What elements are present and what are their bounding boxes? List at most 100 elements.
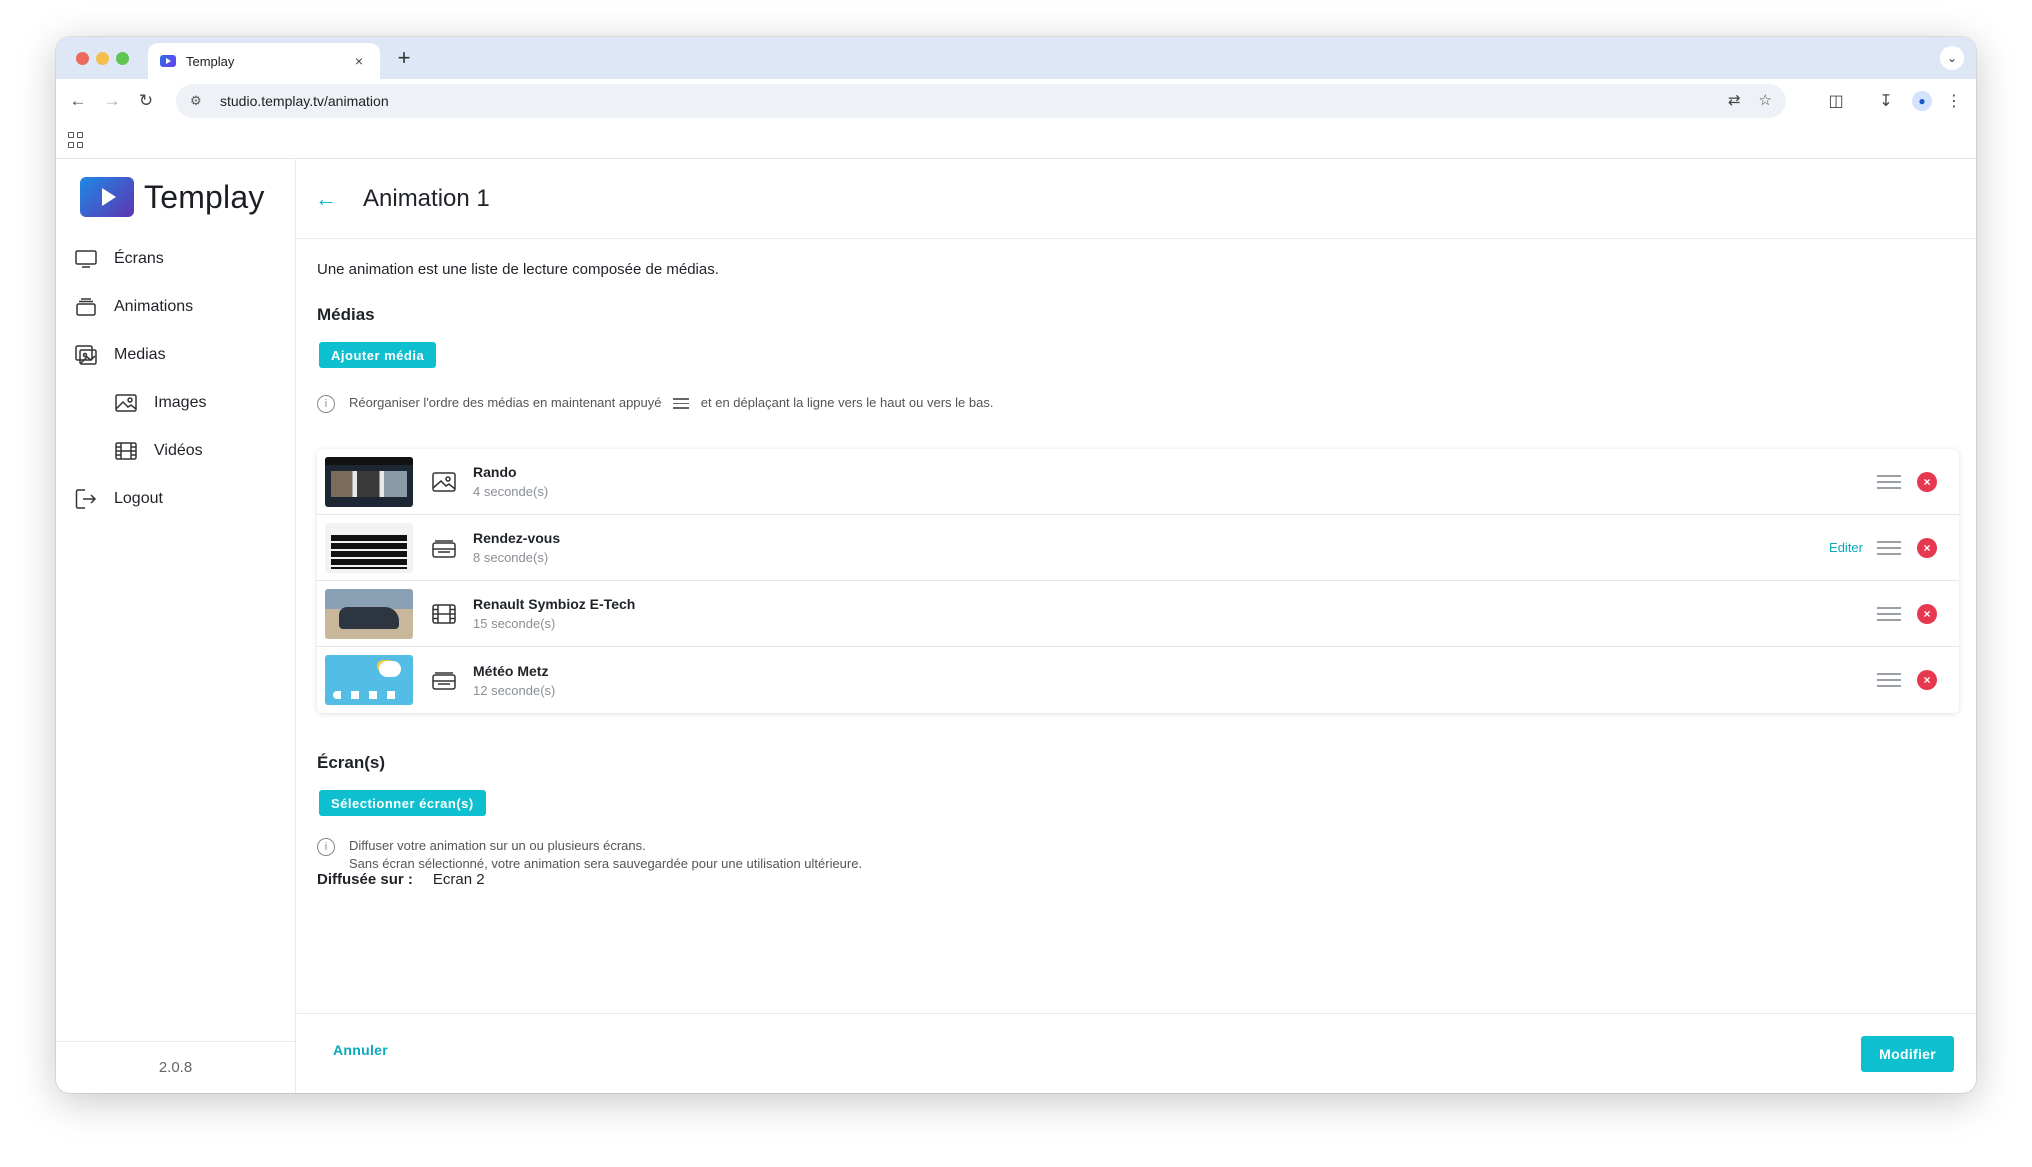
page-header: ← Animation 1 [297,159,1976,239]
screens-hint: i Diffuser votre animation sur un ou plu… [317,837,862,873]
remove-media-icon[interactable]: × [1917,603,1937,624]
medias-section-title: Médias [317,305,375,324]
drag-handle-icon [673,395,690,412]
sidebar-nav: Écrans Animations Medias Images Vidéos L… [56,235,295,523]
intro-text: Une animation est une liste de lecture c… [317,261,719,278]
sidebar-item-videos[interactable]: Vidéos [56,427,295,475]
browser-tab[interactable]: Templay × [148,43,380,79]
site-settings-icon[interactable]: ⚙ [190,93,210,109]
media-duration: 8 seconde(s) [473,550,549,565]
profile-avatar-icon[interactable]: ● [1912,91,1932,111]
media-name: Renault Symbioz E-Tech [473,596,636,612]
save-button[interactable]: Modifier [1861,1036,1954,1072]
apps-grid-icon[interactable] [68,132,84,148]
form-footer: Annuler Modifier [297,1013,1976,1093]
sidebar-item-logout[interactable]: Logout [56,475,295,523]
media-duration: 15 seconde(s) [473,616,556,631]
remove-media-icon[interactable]: × [1917,670,1937,690]
image-icon [114,393,138,413]
remove-media-icon[interactable]: × [1917,537,1937,558]
sidebar-item-medias[interactable]: Medias [56,331,295,379]
sidebar: Templay Écrans Animations Medias Images … [56,159,296,1093]
maximize-window-button[interactable] [116,52,129,65]
media-name: Rendez-vous [473,530,561,546]
download-icon[interactable]: ↧ [1874,89,1898,113]
new-tab-button[interactable]: + [392,45,416,71]
templay-favicon-icon [160,55,176,67]
film-icon [114,441,138,461]
logo-text: Templay [144,178,265,215]
medias-hint: i Réorganiser l'ordre des médias en main… [317,394,993,413]
bookmarks-bar [56,123,1976,159]
address-bar[interactable]: ⚙ studio.templay.tv/animation ⇄ ☆ [176,84,1786,118]
drag-handle-icon[interactable] [1877,537,1901,559]
browser-menu-icon[interactable]: ⋮ [1942,89,1966,113]
reload-icon[interactable]: ↻ [134,89,158,113]
browser-window: Templay × + ⌄ ← → ↻ ⚙ studio.templay.tv/… [56,37,1976,1093]
stack-icon [74,297,98,317]
media-row-rando[interactable]: Rando 4 seconde(s) × [317,449,1959,515]
tab-title: Templay [186,53,235,69]
media-thumbnail [325,588,413,639]
sidebar-item-images[interactable]: Images [56,379,295,427]
media-thumbnail [325,456,413,507]
back-nav-icon[interactable]: ← [66,89,90,113]
tab-close-icon[interactable]: × [350,53,368,69]
template-icon [431,668,457,692]
select-screens-button[interactable]: Sélectionner écran(s) [319,790,486,816]
extensions-icon[interactable]: ◫ [1824,89,1848,113]
media-row-renault[interactable]: Renault Symbioz E-Tech 15 seconde(s) × [317,581,1959,647]
monitor-icon [74,249,98,269]
screens-hint-line1: Diffuser votre animation sur un ou plusi… [349,838,646,853]
drag-handle-icon[interactable] [1877,669,1901,691]
broadcast-value: Ecran 2 [432,871,485,888]
image-icon [431,470,457,494]
broadcast-info: Diffusée sur : Ecran 2 [317,871,485,888]
sidebar-item-animations[interactable]: Animations [56,283,295,331]
back-arrow-icon[interactable]: ← [315,186,337,212]
media-row-rendez-vous[interactable]: Rendez-vous 8 seconde(s) Editer × [317,515,1959,581]
sidebar-item-label: Écrans [114,250,164,267]
media-duration: 12 seconde(s) [473,682,556,698]
tab-search-chevron-icon[interactable]: ⌄ [1940,46,1964,70]
browser-toolbar: ← → ↻ ⚙ studio.templay.tv/animation ⇄ ☆ … [56,79,1976,123]
sidebar-item-label: Vidéos [154,442,203,459]
remove-media-icon[interactable]: × [1917,471,1937,492]
app-version: 2.0.8 [56,1041,295,1093]
url-text[interactable]: studio.templay.tv/animation [220,93,389,109]
drag-handle-icon[interactable] [1877,603,1901,625]
cancel-button[interactable]: Annuler [333,1042,388,1058]
sidebar-item-ecrans[interactable]: Écrans [56,235,295,283]
drag-handle-icon[interactable] [1877,471,1901,493]
sidebar-item-label: Medias [114,346,166,363]
bookmark-star-icon[interactable]: ☆ [1759,91,1772,109]
forward-nav-icon[interactable]: → [100,89,124,113]
templay-logo[interactable]: Templay [80,177,265,217]
media-name: Rando [473,464,517,480]
film-icon [431,602,457,626]
minimize-window-button[interactable] [96,52,109,65]
templay-app: Templay Écrans Animations Medias Images … [56,159,1976,1093]
tab-bar: Templay × + ⌄ [56,37,1976,79]
media-row-meteo-metz[interactable]: Météo Metz 12 seconde(s) × [317,647,1959,713]
media-thumbnail [325,655,413,705]
sidebar-item-label: Animations [114,298,194,315]
add-media-button[interactable]: Ajouter média [319,342,437,368]
sidebar-item-label: Logout [114,490,163,507]
edit-media-link[interactable]: Editer [1829,540,1863,555]
media-list: Rando 4 seconde(s) × Rendez-vous 8 secon… [317,449,1959,713]
gallery-icon [74,345,98,365]
sidebar-item-label: Images [154,394,207,411]
screens-section-title: Écran(s) [317,753,386,772]
main-content: ← Animation 1 Une animation est une list… [297,159,1976,1093]
media-thumbnail [325,522,413,573]
template-icon [431,536,457,560]
translate-icon[interactable]: ⇄ [1728,91,1741,109]
media-duration: 4 seconde(s) [473,484,549,499]
play-logo-icon [80,177,134,217]
info-icon: i [317,838,335,856]
page-title: Animation 1 [363,184,490,212]
close-window-button[interactable] [76,52,89,65]
hint-text-after: et en déplaçant la ligne vers le haut ou… [700,395,994,410]
media-name: Météo Metz [473,662,549,679]
